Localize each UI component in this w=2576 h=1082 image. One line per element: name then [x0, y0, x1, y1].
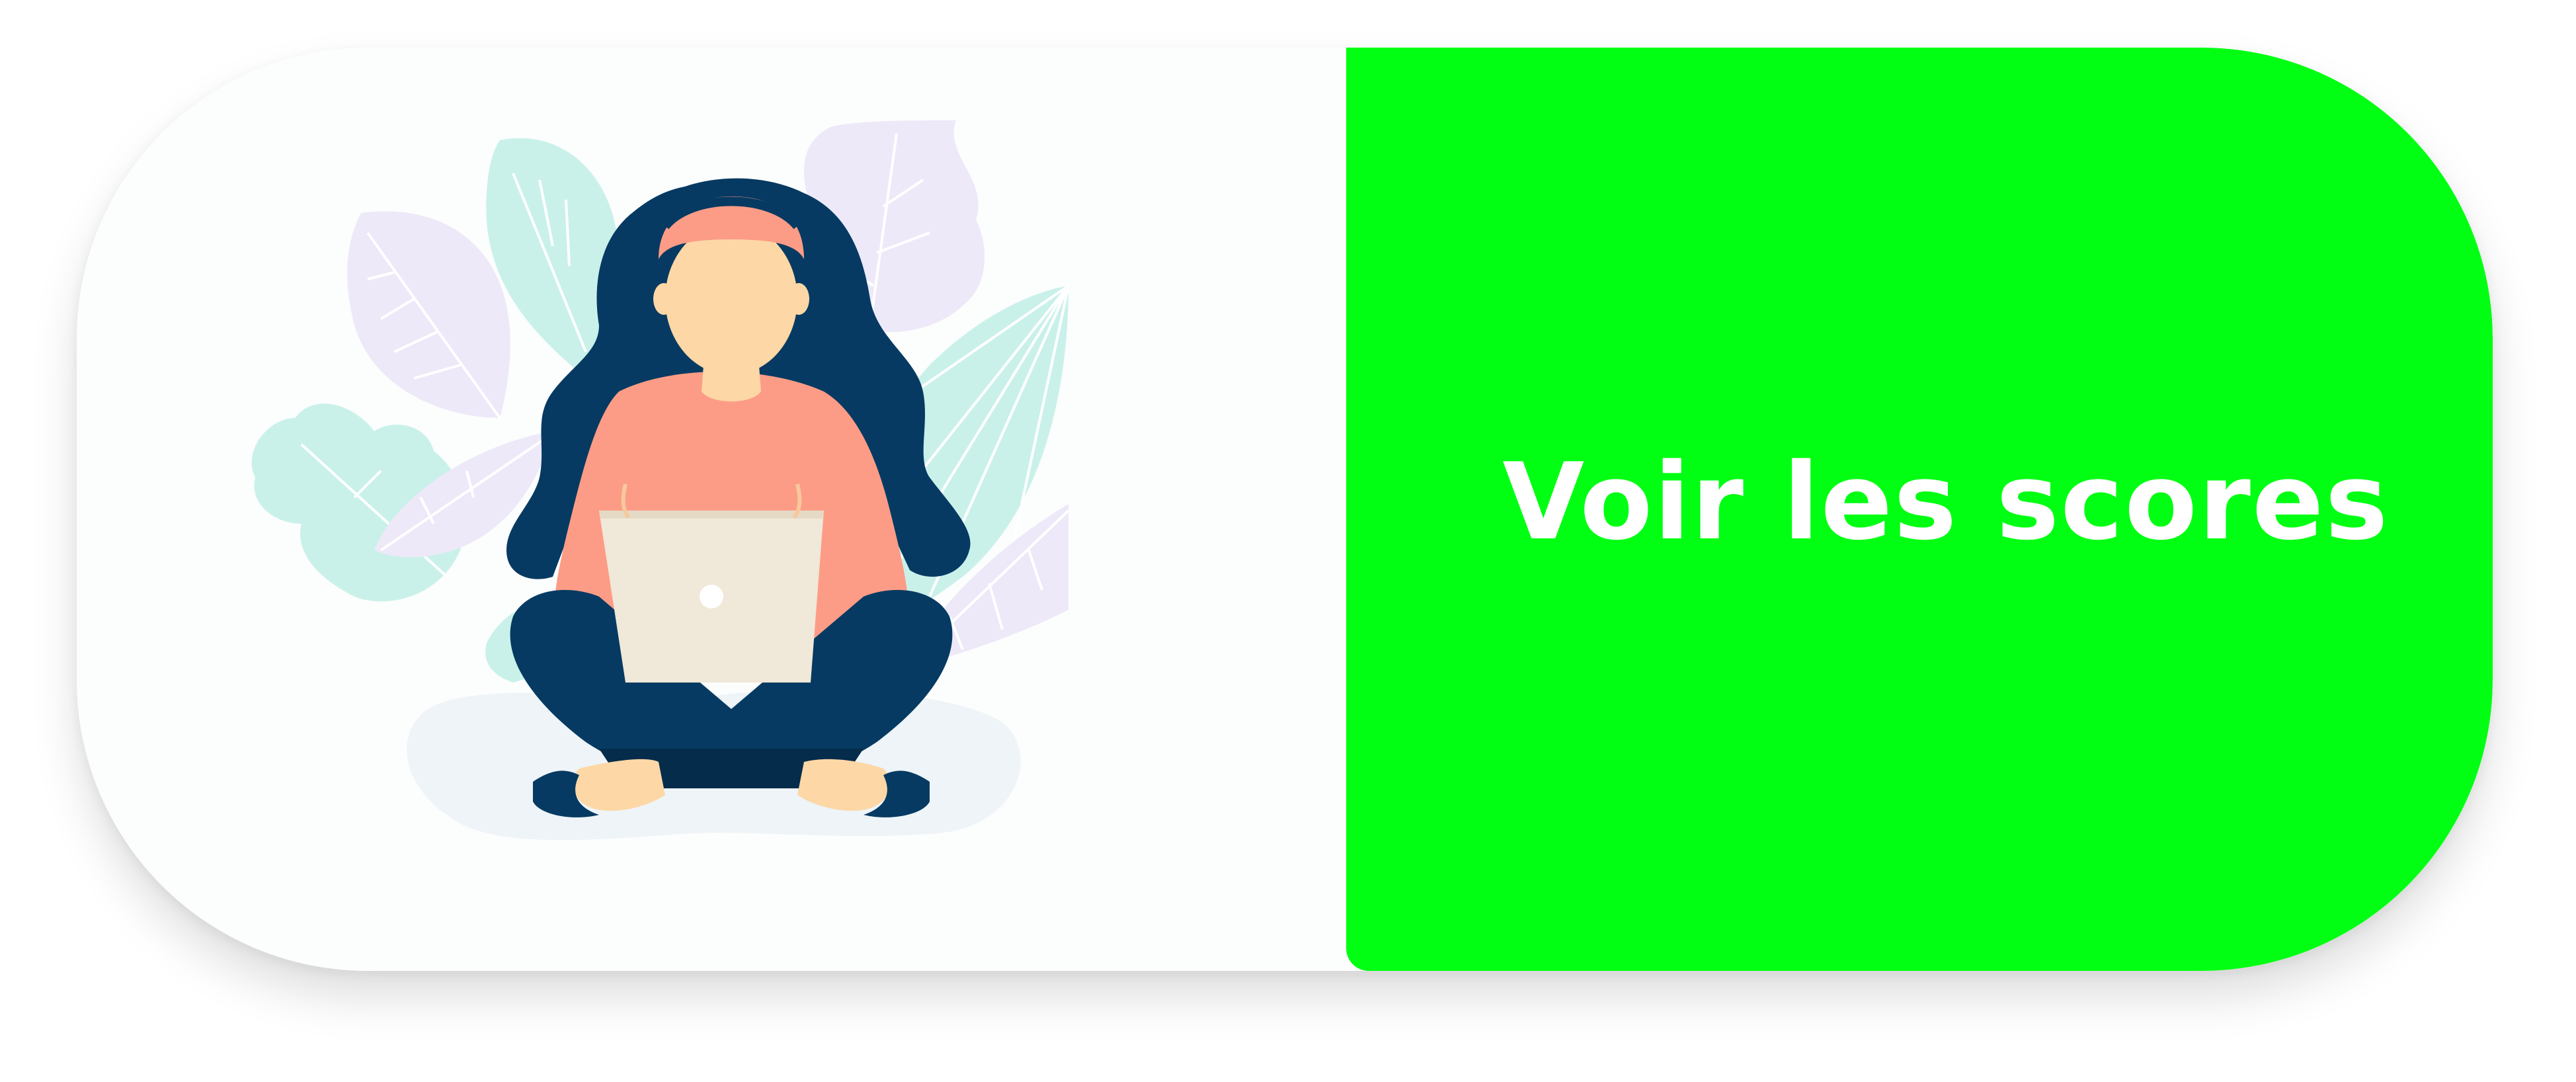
- view-scores-label: Voir les scores: [1502, 439, 2390, 563]
- laptop-logo: [700, 585, 723, 608]
- view-scores-button[interactable]: Voir les scores: [1346, 48, 2493, 971]
- lavender-leaf-left: [347, 211, 510, 418]
- face: [665, 223, 797, 375]
- page: Voir les scores: [0, 0, 2576, 1082]
- woman-with-laptop-illustration: [251, 120, 1070, 841]
- illustration-panel: [77, 48, 1346, 971]
- scores-card: Voir les scores: [77, 48, 2493, 971]
